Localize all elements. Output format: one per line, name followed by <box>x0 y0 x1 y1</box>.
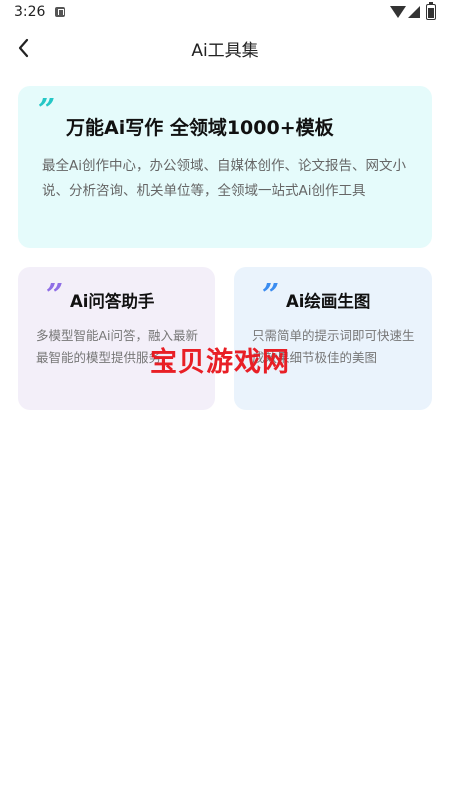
page-title: Ai工具集 <box>191 41 259 61</box>
card-title: 万能Ai写作 全领域1000+模板 <box>66 117 334 139</box>
signal-icon <box>408 6 420 18</box>
header: Ai工具集 <box>0 26 450 68</box>
quote-icon: ” <box>46 278 64 313</box>
card-title: Ai绘画生图 <box>286 292 371 311</box>
ai-writing-card[interactable]: ” 万能Ai写作 全领域1000+模板 最全Ai创作中心，办公领域、自媒体创作、… <box>18 86 432 248</box>
card-title: Ai问答助手 <box>70 292 155 311</box>
ai-drawing-card[interactable]: ” Ai绘画生图 只需简单的提示词即可快速生成效果细节极佳的美图 <box>234 267 432 410</box>
wifi-icon <box>390 6 406 18</box>
quote-icon: ” <box>262 278 280 313</box>
status-bar: 3:26 <box>0 0 450 26</box>
notification-icon <box>55 7 65 17</box>
battery-icon <box>426 2 436 20</box>
quote-icon: ” <box>38 93 56 128</box>
watermark: 宝贝游戏网 <box>150 347 290 378</box>
status-time: 3:26 <box>14 4 46 20</box>
card-description: 最全Ai创作中心，办公领域、自媒体创作、论文报告、网文小说、分析咨询、机关单位等… <box>42 158 406 199</box>
ai-qa-card[interactable]: ” Ai问答助手 多模型智能Ai问答，融入最新最智能的模型提供服务 <box>18 267 215 410</box>
